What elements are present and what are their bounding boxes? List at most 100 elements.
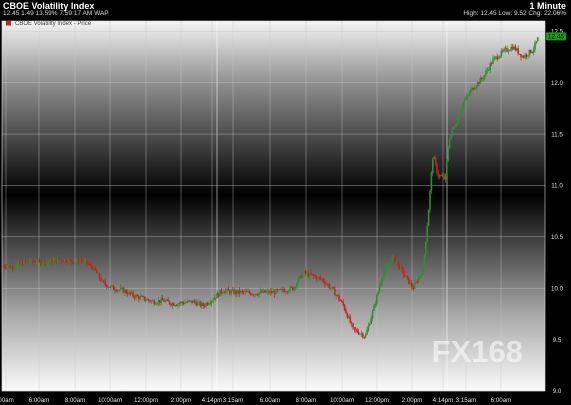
candle-body <box>213 297 216 300</box>
candle-body <box>462 102 465 108</box>
candle-body <box>251 294 253 296</box>
candle-body <box>196 302 199 306</box>
candle-body <box>128 291 130 295</box>
candle <box>429 189 431 213</box>
candle-body <box>509 50 511 52</box>
candle-body <box>524 54 526 58</box>
candle-body <box>363 336 365 338</box>
candle-body <box>301 273 304 278</box>
candle-body <box>82 260 84 262</box>
candle-body <box>427 209 430 227</box>
legend: CBOE Volatility Index - Price <box>6 20 92 27</box>
candle-body <box>329 287 332 289</box>
candle-body <box>296 282 298 287</box>
candle-body <box>93 266 95 270</box>
candle-body <box>97 273 99 275</box>
candle-body <box>24 261 27 263</box>
candle-body <box>499 55 501 58</box>
candle-body <box>61 259 63 261</box>
candle-body <box>334 288 336 296</box>
candle-body <box>146 299 148 301</box>
candle-body <box>482 78 484 80</box>
candle-body <box>269 291 272 294</box>
candle-body <box>346 313 349 318</box>
candle-body <box>444 174 447 180</box>
candle-body <box>21 262 24 266</box>
candle-body <box>468 93 470 96</box>
candle-body <box>366 330 368 335</box>
candle-body <box>230 290 232 294</box>
candle-body <box>290 286 293 288</box>
candle-body <box>525 54 528 57</box>
candle-body <box>345 309 347 314</box>
candle-body <box>226 288 228 291</box>
candle-body <box>433 157 435 160</box>
x-tick-label: 00am <box>0 397 14 404</box>
candle-body <box>59 259 62 261</box>
candle-body <box>320 277 322 280</box>
candle-body <box>364 334 367 338</box>
candle-body <box>35 263 38 264</box>
candle-body <box>443 175 445 180</box>
candle-body <box>453 126 455 129</box>
candle-body <box>122 287 125 293</box>
candle-body <box>58 258 60 260</box>
candle-body <box>419 275 421 278</box>
candle-body <box>195 302 197 306</box>
candle-body <box>404 274 406 276</box>
candle-body <box>275 289 277 295</box>
candle-body <box>280 288 283 290</box>
candle-body <box>504 48 507 50</box>
candle-body <box>380 282 382 287</box>
candle-body <box>311 274 314 276</box>
candle-body <box>181 301 183 303</box>
candle-body <box>240 290 242 294</box>
candle-body <box>338 295 340 300</box>
candle-body <box>523 56 525 58</box>
candle-body <box>265 291 267 293</box>
candle-body <box>341 300 343 302</box>
candle-body <box>185 302 188 304</box>
candle-body <box>117 290 119 292</box>
candle-body <box>514 46 517 51</box>
candle-body <box>94 266 97 271</box>
candle-body <box>467 95 469 97</box>
candle-body <box>506 48 508 52</box>
candle-body <box>528 49 531 56</box>
candle-body <box>20 262 22 265</box>
candle-body <box>461 107 463 112</box>
candle-body <box>44 261 46 265</box>
candle-body <box>307 272 309 277</box>
candle-body <box>182 302 185 304</box>
candle-body <box>119 287 122 290</box>
candle-body <box>531 52 533 53</box>
candle-body <box>306 272 308 274</box>
candle-body <box>502 50 504 52</box>
candle-body <box>318 276 321 278</box>
candle-body <box>517 48 519 54</box>
candle-body <box>187 300 189 303</box>
candle-body <box>408 277 410 285</box>
candle-body <box>292 287 294 291</box>
candle-body <box>42 261 45 264</box>
candle-body <box>31 259 34 262</box>
candle-body <box>441 175 444 177</box>
watermark: FX168 <box>432 334 523 369</box>
candle-body <box>79 260 81 263</box>
candle-body <box>98 273 101 279</box>
candle-body <box>143 296 146 301</box>
candle-body <box>220 290 223 293</box>
candle-body <box>378 286 381 292</box>
candle-body <box>258 292 260 295</box>
candle-body <box>206 303 209 305</box>
candle-body <box>350 322 353 324</box>
candle-body <box>492 58 494 64</box>
candle-body <box>405 275 407 277</box>
candle-body <box>132 292 134 297</box>
candle-body <box>479 77 482 84</box>
last-price-value: 12.45 <box>548 34 565 41</box>
candle-body <box>248 291 251 294</box>
candle <box>423 254 426 270</box>
candle-body <box>166 299 168 301</box>
candle-body <box>121 287 123 289</box>
